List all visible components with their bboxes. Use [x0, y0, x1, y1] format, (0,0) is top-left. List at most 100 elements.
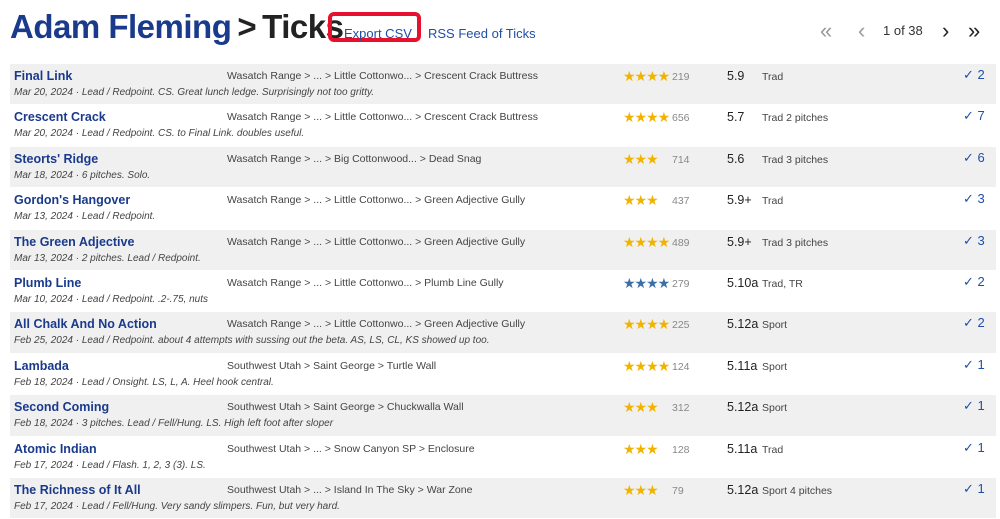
star-icons: ★★★ [623, 440, 659, 457]
star-rating: ★★★★ [623, 316, 670, 333]
route-link[interactable]: Plumb Line [14, 276, 81, 290]
tick-check-count[interactable]: ✓ 2 [963, 315, 985, 331]
route-location-link[interactable]: Wasatch Range > ... > Little Cottonwo...… [227, 318, 525, 330]
table-row: All Chalk And No Action Feb 25, 2024 · Le… [10, 312, 996, 354]
star-rating: ★★★★ [623, 109, 670, 126]
tick-note: Feb 17, 2024 · Lead / Flash. 1, 2, 3 (3)… [14, 459, 206, 471]
title-separator: > [237, 8, 257, 45]
route-grade: 5.7 [727, 110, 745, 125]
table-row: Lambada Feb 18, 2024 · Lead / Onsight. LS… [10, 353, 996, 396]
table-row: Atomic Indian Feb 17, 2024 · Lead / Flash… [10, 436, 996, 478]
route-grade: 5.12a [727, 400, 759, 415]
next-page-icon[interactable]: › [942, 20, 949, 42]
route-location-link[interactable]: Wasatch Range > ... > Little Cottonwo...… [227, 194, 525, 206]
route-location-link[interactable]: Southwest Utah > Saint George > Chuckwal… [227, 401, 464, 413]
vote-count: 489 [672, 236, 690, 249]
route-type: Trad 3 pitches [762, 153, 829, 166]
page-title: Adam Fleming > Ticks [10, 8, 344, 46]
vote-count: 714 [672, 153, 690, 166]
route-location-link[interactable]: Southwest Utah > ... > Island In The Sky… [227, 484, 472, 496]
tick-check-count[interactable]: ✓ 1 [963, 481, 985, 497]
last-page-icon[interactable]: » [968, 20, 980, 42]
star-rating: ★★★ [623, 399, 659, 416]
route-type: Trad [762, 71, 784, 83]
tick-check-count[interactable]: ✓ 7 [963, 108, 985, 124]
tick-check-count[interactable]: ✓ 2 [963, 67, 985, 83]
ticks-table: Final Link Mar 20, 2024 · Lead / Redpoint… [10, 64, 996, 519]
tick-check-count[interactable]: ✓ 3 [963, 233, 985, 249]
route-link[interactable]: The Green Adjective [14, 235, 134, 249]
table-row: The Green Adjective Mar 13, 2024 · 2 pitc… [10, 229, 996, 271]
tick-check-count[interactable]: ✓ 1 [963, 440, 985, 456]
tick-check-count[interactable]: ✓ 1 [963, 357, 985, 373]
route-grade: 5.6 [727, 151, 745, 166]
star-icons: ★★★★ [623, 274, 670, 291]
route-type: Sport [762, 319, 788, 332]
route-location-link[interactable]: Southwest Utah > Saint George > Turtle W… [227, 360, 436, 372]
table-row: The Richness of It All Feb 17, 2024 · Lea… [10, 477, 996, 519]
route-location-link[interactable]: Southwest Utah > ... > Snow Canyon SP > … [227, 443, 475, 455]
tick-check-count[interactable]: ✓ 3 [963, 191, 985, 207]
star-icons: ★★★ [623, 481, 659, 498]
star-rating: ★★★ [623, 151, 659, 168]
prev-page-icon[interactable]: ‹ [858, 20, 865, 42]
tick-note: Mar 20, 2024 · Lead / Redpoint. CS. to F… [14, 128, 305, 140]
route-type: Sport [762, 360, 788, 373]
route-grade: 5.12a [727, 317, 759, 332]
route-grade: 5.9 [727, 69, 745, 83]
link-separator-dot: · [407, 26, 412, 41]
star-icons: ★★★★ [623, 68, 670, 84]
tick-note: Mar 20, 2024 · Lead / Redpoint. CS. Grea… [14, 87, 375, 98]
route-link[interactable]: The Richness of It All [14, 483, 141, 497]
table-row: Plumb Line Mar 10, 2024 · Lead / Redpoint… [10, 270, 996, 313]
table-row: Second Coming Feb 18, 2024 · 3 pitches. L… [10, 395, 996, 437]
route-location-link[interactable]: Wasatch Range > ... > Little Cottonwo...… [227, 70, 538, 82]
tick-note: Mar 13, 2024 · 2 pitches. Lead / Redpoin… [14, 252, 201, 264]
route-location-link[interactable]: Wasatch Range > ... > Little Cottonwo...… [227, 111, 538, 123]
route-type: Trad [762, 443, 784, 456]
route-type: Trad 3 pitches [762, 236, 829, 249]
route-grade: 5.9+ [727, 234, 752, 249]
vote-count: 79 [672, 484, 684, 497]
route-link[interactable]: Atomic Indian [14, 442, 97, 456]
route-location-link[interactable]: Wasatch Range > ... > Big Cottonwood... … [227, 153, 481, 165]
route-link[interactable]: All Chalk And No Action [14, 317, 157, 331]
route-link[interactable]: Crescent Crack [14, 110, 106, 124]
star-rating: ★★★ [623, 440, 659, 458]
star-rating: ★★★ [623, 192, 659, 209]
tick-check-count[interactable]: ✓ 1 [963, 398, 985, 414]
export-csv-link[interactable]: Export CSV [344, 26, 412, 41]
table-row: Gordon's Hangover Mar 13, 2024 · Lead / R… [10, 188, 996, 230]
route-type: Trad, TR [762, 277, 803, 290]
route-type: Trad 2 pitches [762, 112, 829, 125]
vote-count: 219 [672, 71, 690, 83]
vote-count: 225 [672, 319, 690, 332]
star-icons: ★★★★ [623, 316, 670, 333]
user-name-link[interactable]: Adam Fleming [10, 8, 232, 45]
first-page-icon[interactable]: « [820, 20, 832, 42]
route-location-link[interactable]: Wasatch Range > ... > Little Cottonwo...… [227, 236, 525, 248]
route-link[interactable]: Steorts' Ridge [14, 152, 98, 166]
star-rating: ★★★★ [623, 68, 670, 85]
route-type: Trad [762, 195, 784, 208]
tick-check-count[interactable]: ✓ 2 [963, 274, 985, 290]
table-row: Steorts' Ridge Mar 18, 2024 · 6 pitches. … [10, 146, 996, 189]
route-link[interactable]: Gordon's Hangover [14, 193, 130, 207]
vote-count: 124 [672, 360, 690, 373]
route-grade: 5.10a [727, 275, 759, 290]
route-grade: 5.11a [727, 358, 758, 373]
route-link[interactable]: Second Coming [14, 400, 109, 414]
star-icons: ★★★ [623, 192, 659, 209]
route-grade: 5.12a [727, 482, 759, 497]
route-location-link[interactable]: Wasatch Range > ... > Little Cottonwo...… [227, 277, 504, 289]
star-icons: ★★★★ [623, 109, 670, 126]
tick-note: Feb 18, 2024 · Lead / Onsight. LS, L, A.… [14, 376, 274, 388]
star-icons: ★★★★ [623, 357, 670, 374]
table-row: Final Link Mar 20, 2024 · Lead / Redpoint… [10, 64, 996, 106]
vote-count: 312 [672, 402, 690, 415]
star-rating: ★★★★ [623, 357, 670, 375]
tick-check-count[interactable]: ✓ 6 [963, 150, 985, 166]
rss-feed-link[interactable]: RSS Feed of Ticks [428, 26, 536, 41]
route-link[interactable]: Lambada [14, 359, 69, 373]
route-link[interactable]: Final Link [14, 69, 72, 83]
